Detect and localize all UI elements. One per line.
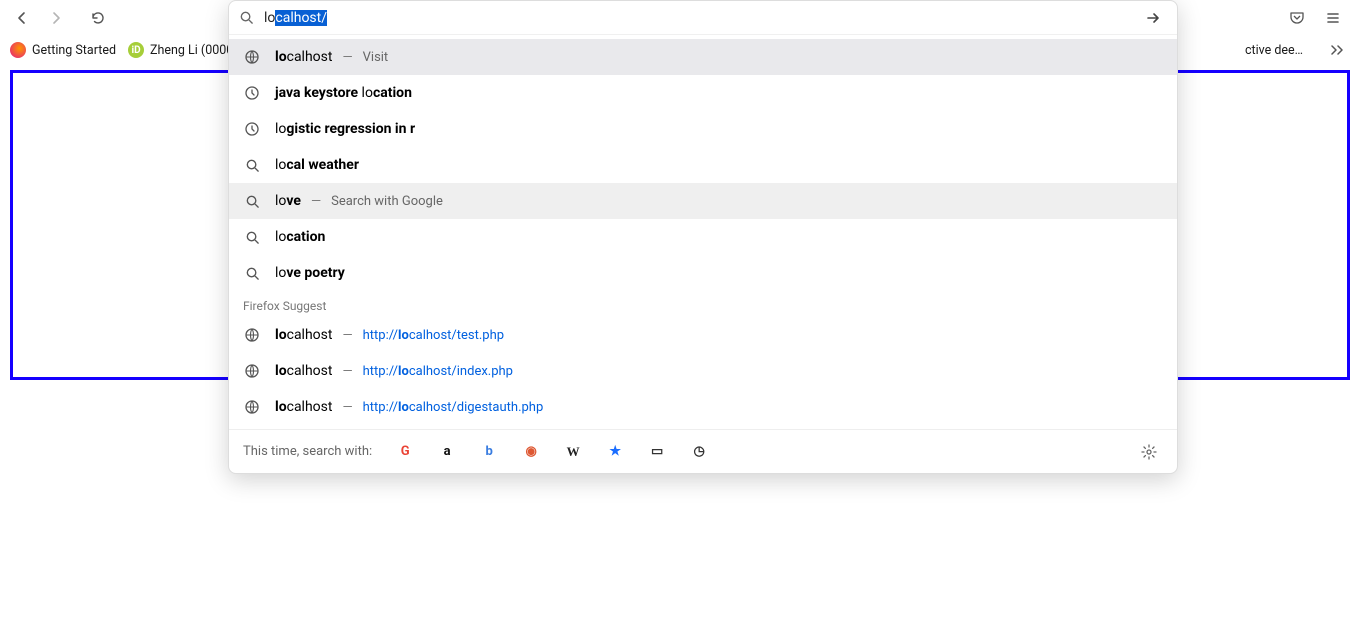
forward-button[interactable] (42, 4, 70, 32)
suggestion-search[interactable]: location (229, 219, 1177, 255)
firefox-icon (10, 42, 26, 58)
orcid-icon: iD (128, 42, 144, 58)
clock-icon (243, 121, 261, 137)
bookmark-label: ctive dee… (1245, 43, 1303, 58)
search-icon (243, 230, 261, 245)
suggestion-search[interactable]: local weather (229, 147, 1177, 183)
suggestions-list: localhost — Visit java keystore location… (229, 35, 1177, 429)
search-icon (239, 10, 254, 25)
urlbar-input-row[interactable]: localhost/ (229, 1, 1177, 35)
firefox-suggest-item[interactable]: localhost — http://localhost/test.php (229, 317, 1177, 353)
suggestion-history[interactable]: logistic regression in r (229, 111, 1177, 147)
suggestion-visit[interactable]: localhost — Visit (229, 39, 1177, 75)
engine-wikipedia[interactable]: W (564, 443, 582, 461)
reload-button[interactable] (84, 4, 112, 32)
urlbar-typed: lo (264, 10, 275, 26)
engine-history[interactable]: ◷ (690, 443, 708, 461)
reload-icon (90, 10, 106, 26)
search-icon (243, 158, 261, 173)
engine-duckduckgo[interactable]: ◉ (522, 443, 540, 461)
bookmarks-overflow-button[interactable] (1323, 36, 1351, 64)
engine-bookmarks[interactable]: ★ (606, 443, 624, 461)
globe-icon (243, 363, 261, 379)
urlbar-autocomplete: calhost/ (275, 10, 327, 26)
clock-icon (243, 85, 261, 101)
suggestion-history[interactable]: java keystore location (229, 75, 1177, 111)
engine-amazon[interactable]: a (438, 443, 456, 461)
urlbar-text[interactable]: localhost/ (264, 10, 327, 26)
firefox-suggest-item[interactable]: localhost — http://localhost/index.php (229, 353, 1177, 389)
arrow-right-icon (1145, 10, 1161, 26)
engine-tabs[interactable]: ▭ (648, 443, 666, 461)
back-button[interactable] (8, 4, 36, 32)
firefox-suggest-item[interactable]: localhost — http://localhost/digestauth.… (229, 389, 1177, 425)
pocket-icon (1289, 10, 1305, 26)
urlbar-dropdown: localhost/ localhost — Visit java keysto… (228, 0, 1178, 474)
app-menu-button[interactable] (1319, 4, 1347, 32)
firefox-suggest-label: Firefox Suggest (229, 291, 1177, 317)
gear-icon (1141, 444, 1157, 460)
globe-icon (243, 327, 261, 343)
back-icon (14, 10, 30, 26)
pocket-button[interactable] (1283, 4, 1311, 32)
search-icon (243, 194, 261, 209)
search-settings-button[interactable] (1135, 438, 1163, 466)
globe-icon (243, 399, 261, 415)
engines-label: This time, search with: (243, 444, 372, 459)
suggestion-search[interactable]: love poetry (229, 255, 1177, 291)
chevron-double-right-icon (1329, 45, 1345, 55)
bookmark-label: Getting Started (32, 43, 116, 58)
search-engine-row: This time, search with: G a b ◉ W ★ ▭ ◷ (229, 429, 1177, 473)
go-button[interactable] (1139, 4, 1167, 32)
bookmark-getting-started[interactable]: Getting Started (10, 42, 116, 58)
forward-icon (48, 10, 64, 26)
globe-icon (243, 49, 261, 65)
engine-google[interactable]: G (396, 443, 414, 461)
engine-bing[interactable]: b (480, 443, 498, 461)
bookmark-truncated-right[interactable]: ctive dee… (1245, 43, 1303, 58)
hamburger-icon (1325, 10, 1341, 26)
suggestion-search-google[interactable]: love — Search with Google (229, 183, 1177, 219)
search-icon (243, 266, 261, 281)
